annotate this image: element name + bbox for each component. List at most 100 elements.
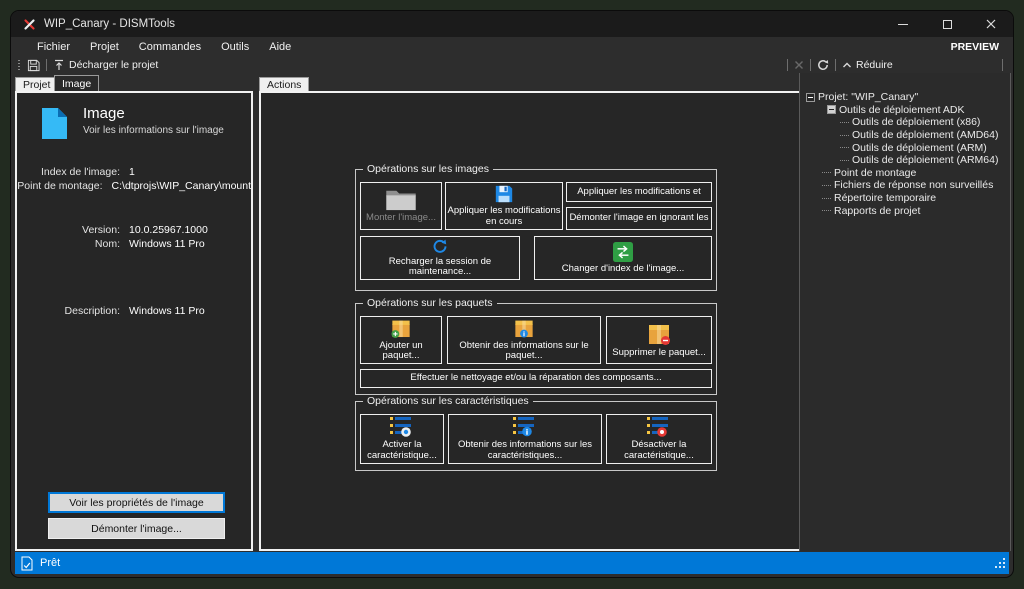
window-controls — [881, 11, 1013, 37]
reload-servicing-session-button[interactable]: Recharger la session de maintenance... — [360, 236, 520, 280]
collapse-box-icon[interactable] — [827, 105, 836, 114]
tree-connector — [822, 185, 831, 186]
apply-changes-and-button[interactable]: Appliquer les modifications et — [566, 182, 712, 202]
tree-item-mount-point[interactable]: Point de montage — [800, 167, 1010, 180]
close-button[interactable] — [969, 11, 1013, 37]
minimize-button[interactable] — [881, 11, 925, 37]
maximize-button[interactable] — [925, 11, 969, 37]
tree-connector — [840, 135, 849, 136]
tab-image[interactable]: Image — [54, 75, 99, 91]
app-window: WIP_Canary - DISMTools Fichier Projet Co… — [10, 10, 1014, 578]
button-label: Obtenir des informations sur les caracté… — [450, 440, 600, 461]
field-value: 1 — [129, 166, 135, 178]
tree-item-temp-directory[interactable]: Répertoire temporaire — [800, 192, 1010, 205]
maximize-icon — [943, 20, 952, 29]
unmount-image-button[interactable]: Démonter l'image... — [48, 518, 225, 539]
toolbar-separator — [46, 59, 47, 71]
close-tree-button[interactable] — [794, 60, 804, 70]
button-label: Démonter l'image en ignorant les — [568, 213, 710, 224]
menu-projet[interactable]: Projet — [80, 41, 129, 53]
tab-actions[interactable]: Actions — [259, 77, 309, 91]
field-label: Index de l'image: — [17, 166, 120, 178]
unload-project-label: Décharger le projet — [69, 59, 158, 71]
menu-aide[interactable]: Aide — [259, 41, 301, 53]
tree-item-unattend-files[interactable]: Fichiers de réponse non surveillés — [800, 179, 1010, 192]
tree-item-project-root[interactable]: Projet: "WIP_Canary" — [800, 91, 1010, 104]
image-info-panel: Image Voir les informations sur l'image … — [15, 91, 253, 551]
group-title: Opérations sur les paquets — [363, 297, 497, 309]
package-add-icon — [388, 318, 414, 339]
button-label: Appliquer les modifications en cours — [447, 206, 561, 227]
title-bar: WIP_Canary - DISMTools — [11, 11, 1013, 37]
swap-index-icon — [613, 242, 633, 262]
tree-item-label: Outils de déploiement (x86) — [852, 116, 980, 128]
collapse-tree-button[interactable]: Réduire — [842, 59, 893, 71]
tree-item-deploy-arm[interactable]: Outils de déploiement (ARM) — [800, 141, 1010, 154]
change-image-index-button[interactable]: Changer d'index de l'image... — [534, 236, 712, 280]
remove-package-button[interactable]: Supprimer le paquet... — [606, 316, 712, 364]
get-package-info-button[interactable]: Obtenir des informations sur le paquet..… — [447, 316, 601, 364]
folder-icon — [385, 188, 417, 211]
menu-commandes[interactable]: Commandes — [129, 41, 211, 53]
unmount-discard-button[interactable]: Démonter l'image en ignorant les — [566, 207, 712, 230]
tree-item-label: Outils de déploiement (ARM) — [852, 142, 987, 154]
tree-connector — [840, 122, 849, 123]
minimize-icon — [898, 24, 908, 25]
field-description: Description: Windows 11 Pro — [17, 305, 251, 317]
menu-fichier[interactable]: Fichier — [27, 41, 80, 53]
status-bar: Prêt — [15, 552, 1009, 574]
image-panel-subtitle: Voir les informations sur l'image — [83, 125, 224, 136]
field-image-index: Index de l'image: 1 — [17, 166, 251, 178]
tree-item-project-reports[interactable]: Rapports de projet — [800, 204, 1010, 217]
save-project-button[interactable] — [27, 59, 40, 72]
project-tree-panel: Projet: "WIP_Canary" Outils de déploieme… — [799, 73, 1011, 551]
add-package-button[interactable]: Ajouter un paquet... — [360, 316, 442, 364]
field-label: Version: — [17, 224, 120, 236]
toolbar-grip[interactable] — [18, 60, 20, 71]
tree-item-deploy-arm64[interactable]: Outils de déploiement (ARM64) — [800, 154, 1010, 167]
group-package-operations: Opérations sur les paquets Ajouter un pa… — [355, 303, 717, 395]
status-text: Prêt — [40, 557, 60, 569]
field-name: Nom: Windows 11 Pro — [17, 238, 251, 250]
group-title: Opérations sur les caractéristiques — [363, 395, 533, 407]
feature-disable-icon — [646, 416, 672, 438]
tree-item-deploy-amd64[interactable]: Outils de déploiement (AMD64) — [800, 129, 1010, 142]
mount-image-button[interactable]: Monter l'image... — [360, 182, 442, 230]
document-icon — [41, 107, 68, 145]
unload-project-button[interactable]: Décharger le projet — [53, 59, 158, 71]
reload-icon — [428, 238, 452, 255]
apply-changes-button[interactable]: Appliquer les modifications en cours — [445, 182, 563, 230]
tab-projet[interactable]: Projet — [15, 77, 58, 91]
menu-outils[interactable]: Outils — [211, 41, 259, 53]
desktop: WIP_Canary - DISMTools Fichier Projet Co… — [0, 0, 1024, 589]
view-image-properties-button[interactable]: Voir les propriétés de l'image — [48, 492, 225, 513]
group-image-operations: Opérations sur les images Monter l'image… — [355, 169, 717, 291]
refresh-tree-button[interactable] — [817, 59, 829, 71]
toolbar-separator — [835, 59, 836, 71]
project-tree: Projet: "WIP_Canary" Outils de déploieme… — [800, 73, 1010, 217]
preview-badge: PREVIEW — [951, 41, 999, 53]
toolbar-separator — [787, 59, 788, 71]
disable-feature-button[interactable]: Désactiver la caractéristique... — [606, 414, 712, 464]
group-feature-operations: Opérations sur les caractéristiques Acti… — [355, 401, 717, 471]
resize-grip[interactable] — [995, 558, 1006, 572]
close-x-icon — [794, 60, 804, 70]
field-version: Version: 10.0.25967.1000 — [17, 224, 251, 236]
toolbar-separator — [1002, 59, 1003, 71]
window-title: WIP_Canary - DISMTools — [44, 18, 175, 30]
button-label: Obtenir des informations sur le paquet..… — [449, 341, 599, 362]
save-icon — [27, 59, 40, 72]
tree-item-adk-tools[interactable]: Outils de déploiement ADK — [800, 104, 1010, 117]
app-icon — [23, 18, 36, 31]
get-feature-info-button[interactable]: Obtenir des informations sur les caracté… — [448, 414, 602, 464]
tree-item-label: Fichiers de réponse non surveillés — [834, 179, 993, 191]
unload-project-icon — [53, 59, 65, 71]
collapse-box-icon[interactable] — [806, 93, 815, 102]
tree-item-deploy-x86[interactable]: Outils de déploiement (x86) — [800, 116, 1010, 129]
field-value: C:\dtprojs\WIP_Canary\mount — [112, 180, 251, 192]
enable-feature-button[interactable]: Activer la caractéristique... — [360, 414, 444, 464]
component-cleanup-button[interactable]: Effectuer le nettoyage et/ou la réparati… — [360, 369, 712, 388]
tree-connector — [840, 160, 849, 161]
tree-connector — [822, 198, 831, 199]
tree-item-label: Rapports de projet — [834, 205, 920, 217]
